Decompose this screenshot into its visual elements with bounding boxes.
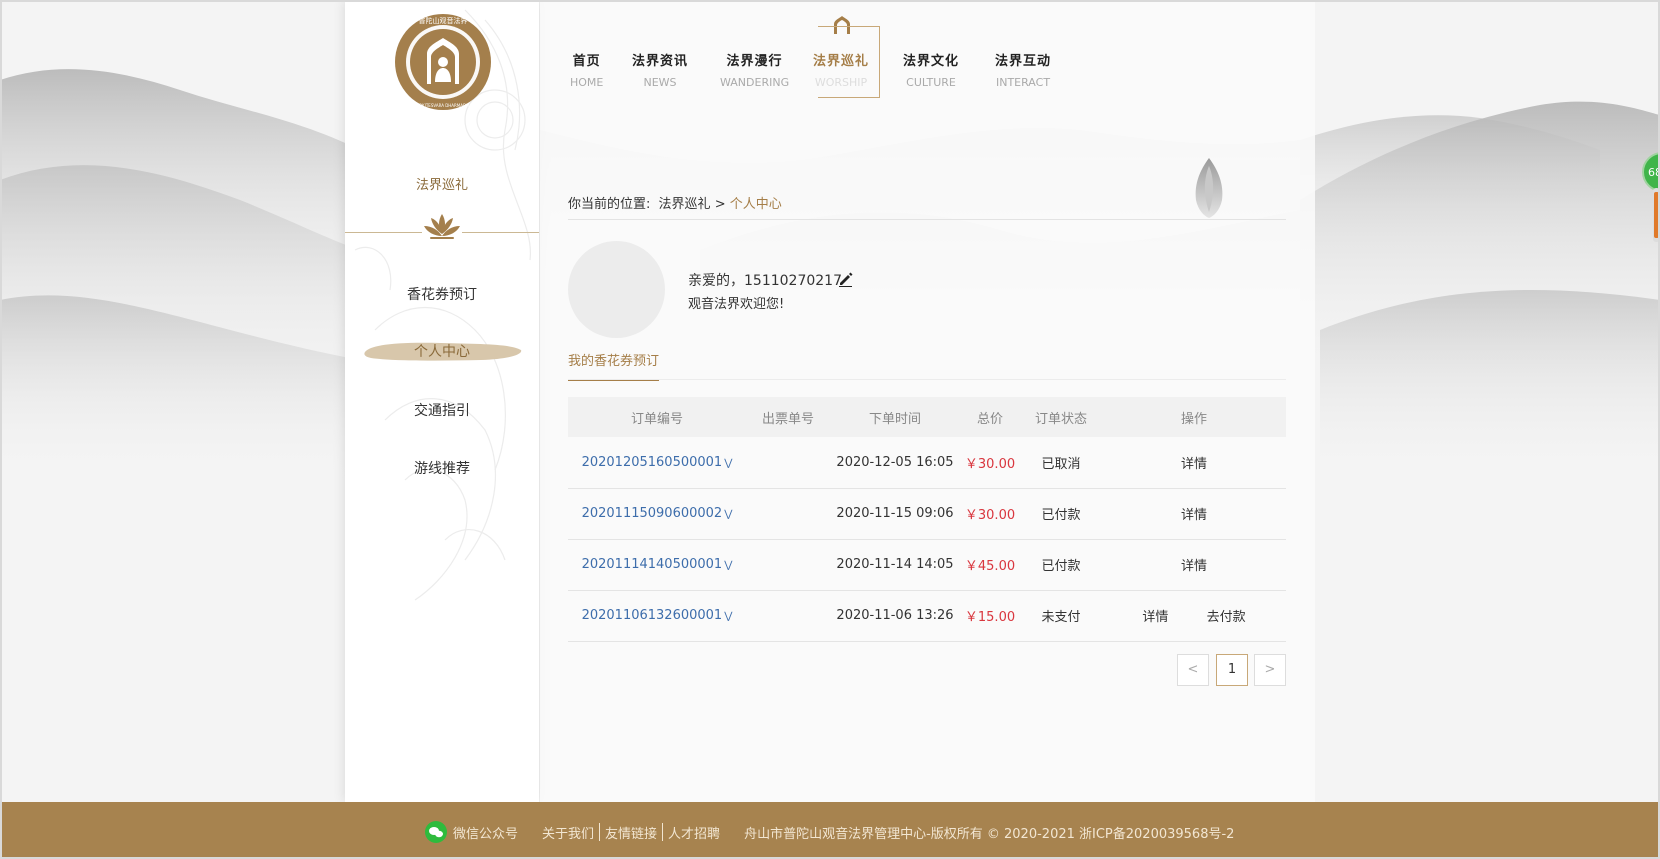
tab-divider — [568, 379, 1286, 380]
table-row: 20201205160500001 ⋁ 2020-12-05 16:05 ￥30.… — [568, 437, 1286, 488]
chevron-down-icon[interactable]: ⋁ — [724, 611, 732, 622]
nav-active-frame — [818, 26, 880, 98]
ticket-number — [746, 590, 830, 641]
sidebar: 普陀山观音法界 AVALOKITESVARA DHARMADHATU 法界巡礼 … — [345, 0, 539, 802]
nav-news[interactable]: 法界资讯 NEWS — [632, 50, 688, 89]
widget-value: 68 — [1648, 166, 1660, 179]
avatar[interactable] — [568, 241, 665, 338]
breadcrumb-parent-link[interactable]: 法界巡礼 — [659, 197, 711, 212]
detail-button[interactable]: 详情 — [1181, 559, 1207, 574]
detail-button[interactable]: 详情 — [1142, 610, 1168, 625]
tab-my-orders[interactable]: 我的香花券预订 — [568, 350, 660, 381]
nav-interact-sublabel: INTERACT — [995, 76, 1051, 89]
nav-culture-sublabel: CULTURE — [906, 76, 956, 89]
table-row: 20201106132600001 ⋁ 2020-11-06 13:26 ￥15.… — [568, 590, 1286, 641]
sidebar-item-route-recommend[interactable]: 游线推荐 — [345, 455, 539, 483]
sidebar-item-traffic-guide[interactable]: 交通指引 — [345, 397, 539, 425]
nav-home-sublabel: HOME — [570, 76, 604, 89]
sidebar-item-personal-center[interactable]: 个人中心 — [345, 338, 539, 366]
order-number-link[interactable]: 20201115090600002 ⋁ — [568, 488, 746, 539]
order-number-link[interactable]: 20201106132600001 ⋁ — [568, 590, 746, 641]
order-status: 已付款 — [1041, 559, 1081, 574]
order-status: 未支付 — [1041, 610, 1081, 625]
ticket-number — [746, 437, 830, 488]
order-status: 已取消 — [1041, 456, 1081, 472]
breadcrumb-current: 个人中心 — [729, 197, 782, 212]
nav-home[interactable]: 首页 HOME — [570, 50, 603, 89]
site-logo[interactable]: 普陀山观音法界 AVALOKITESVARA DHARMADHATU — [393, 12, 493, 112]
table-header-row: 订单编号 出票单号 下单时间 总价 订单状态 操作 — [568, 397, 1286, 437]
order-number-link[interactable]: 20201114140500001 ⋁ — [568, 539, 746, 590]
orders-table: 订单编号 出票单号 下单时间 总价 订单状态 操作 20201205160500… — [568, 397, 1286, 642]
order-time: 2020-11-15 09:06 — [836, 506, 954, 521]
nav-wandering[interactable]: 法界漫行 WANDERING — [720, 50, 789, 89]
ticket-number — [746, 539, 830, 590]
nav-interact-label: 法界互动 — [995, 54, 1052, 69]
nav-news-label: 法界资讯 — [632, 54, 689, 69]
footer-copyright: 舟山市普陀山观音法界管理中心-版权所有 © 2020-2021 浙ICP备202… — [744, 826, 1235, 842]
header-total: 总价 — [976, 411, 1003, 427]
footer-link-friends[interactable]: 友情链接 — [605, 823, 657, 842]
nav-news-sublabel: NEWS — [643, 76, 677, 89]
sidebar-item-flower-ticket[interactable]: 香花券预订 — [345, 281, 539, 309]
ticket-number — [746, 488, 830, 539]
order-price: ￥30.00 — [964, 456, 1016, 472]
header-status: 订单状态 — [1034, 411, 1087, 427]
table-row: 20201114140500001 ⋁ 2020-11-14 14:05 ￥45.… — [568, 539, 1286, 590]
header-order-time: 下单时间 — [868, 411, 921, 427]
breadcrumb-prefix: 你当前的位置: — [568, 197, 651, 212]
nav-culture-label: 法界文化 — [903, 54, 960, 69]
pay-button[interactable]: 去付款 — [1207, 610, 1246, 625]
pagination-page-1[interactable]: 1 — [1216, 654, 1248, 686]
chevron-down-icon[interactable]: ⋁ — [724, 509, 732, 520]
detail-button[interactable]: 详情 — [1181, 457, 1207, 472]
nav-interact[interactable]: 法界互动 INTERACT — [995, 50, 1051, 89]
lotus-icon — [422, 210, 462, 244]
svg-text:普陀山观音法界: 普陀山观音法界 — [419, 16, 468, 25]
order-time: 2020-11-06 13:26 — [836, 608, 954, 623]
footer: 微信公众号 关于我们 友情链接 人才招聘 舟山市普陀山观音法界管理中心-版权所有… — [0, 802, 1660, 859]
wechat-icon[interactable] — [425, 821, 447, 843]
svg-text:AVALOKITESVARA DHARMADHATU: AVALOKITESVARA DHARMADHATU — [409, 103, 477, 108]
lotus-bud-icon — [1195, 158, 1223, 218]
welcome-message: 观音法界欢迎您! — [688, 297, 785, 312]
breadcrumb: 你当前的位置: 法界巡礼 > 个人中心 — [568, 193, 782, 212]
nav-wandering-label: 法界漫行 — [726, 54, 783, 69]
order-number: 20201106132600001 — [581, 608, 723, 623]
order-number: 20201115090600002 — [581, 506, 723, 521]
main-content: 首页 HOME 法界资讯 NEWS 法界漫行 WANDERING 法界巡礼 WO… — [540, 0, 1315, 802]
breadcrumb-divider — [568, 219, 1286, 220]
footer-link-careers[interactable]: 人才招聘 — [668, 823, 720, 842]
sidebar-section-title: 法界巡礼 — [415, 178, 468, 193]
chevron-down-icon[interactable]: ⋁ — [724, 560, 732, 571]
order-status: 已付款 — [1041, 508, 1081, 523]
pagination-next-button[interactable]: > — [1254, 654, 1286, 686]
order-price: ￥15.00 — [964, 610, 1016, 625]
order-price: ￥45.00 — [964, 559, 1016, 574]
header-ticket-no: 出票单号 — [761, 411, 814, 427]
user-greeting: 亲爱的，15110270217 — [688, 273, 842, 289]
nav-culture[interactable]: 法界文化 CULTURE — [903, 50, 959, 89]
order-price: ￥30.00 — [964, 508, 1016, 523]
pagination-prev-button[interactable]: < — [1177, 654, 1209, 686]
order-time: 2020-12-05 16:05 — [836, 454, 954, 470]
order-number-link[interactable]: 20201205160500001 ⋁ — [568, 437, 746, 488]
wechat-link[interactable]: 微信公众号 — [453, 823, 518, 842]
order-time: 2020-11-14 14:05 — [836, 557, 954, 572]
edit-icon[interactable] — [838, 271, 854, 287]
nav-wandering-sublabel: WANDERING — [720, 76, 790, 89]
chevron-down-icon[interactable]: ⋁ — [724, 458, 732, 469]
order-number: 20201114140500001 — [581, 557, 723, 572]
header-actions: 操作 — [1180, 411, 1207, 427]
footer-separator — [599, 823, 601, 841]
order-number: 20201205160500001 — [581, 454, 723, 470]
nav-home-label: 首页 — [572, 54, 601, 69]
detail-button[interactable]: 详情 — [1181, 508, 1207, 523]
footer-link-about[interactable]: 关于我们 — [542, 823, 594, 842]
floating-speed-widget[interactable]: 68 — [1640, 152, 1660, 242]
footer-separator — [662, 823, 664, 841]
table-row: 20201115090600002 ⋁ 2020-11-15 09:06 ￥30.… — [568, 488, 1286, 539]
breadcrumb-separator: > — [714, 197, 726, 212]
header-order-no: 订单编号 — [630, 411, 683, 427]
